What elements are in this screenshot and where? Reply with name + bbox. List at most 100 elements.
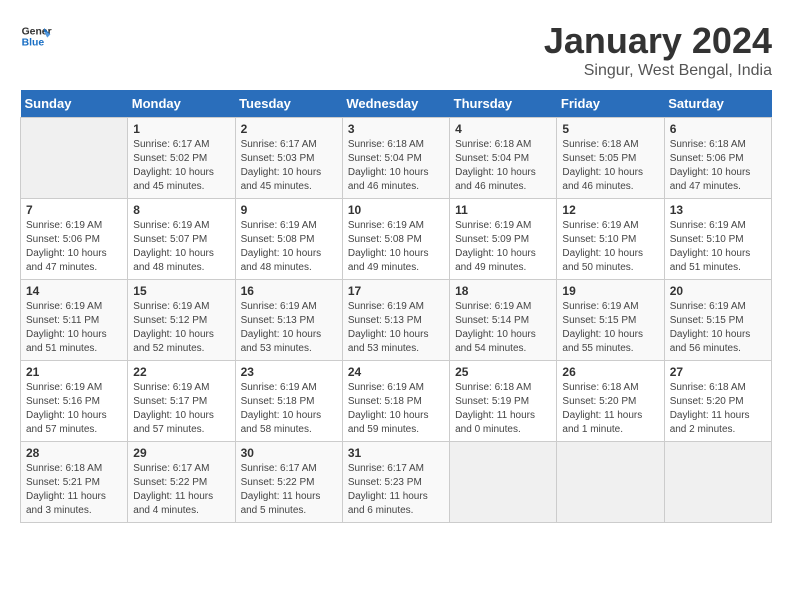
calendar-cell: 29 Sunrise: 6:17 AM Sunset: 5:22 PM Dayli… — [128, 442, 235, 523]
calendar-cell — [450, 442, 557, 523]
day-info: Sunrise: 6:18 AM Sunset: 5:20 PM Dayligh… — [562, 381, 658, 437]
day-number: 21 — [26, 365, 122, 379]
header-cell-thursday: Thursday — [450, 90, 557, 118]
day-number: 27 — [670, 365, 766, 379]
calendar-cell: 24 Sunrise: 6:19 AM Sunset: 5:18 PM Dayli… — [342, 361, 449, 442]
day-info: Sunrise: 6:19 AM Sunset: 5:08 PM Dayligh… — [348, 219, 444, 275]
day-info: Sunrise: 6:17 AM Sunset: 5:03 PM Dayligh… — [241, 138, 337, 194]
day-info: Sunrise: 6:19 AM Sunset: 5:11 PM Dayligh… — [26, 300, 122, 356]
calendar-cell: 19 Sunrise: 6:19 AM Sunset: 5:15 PM Dayli… — [557, 280, 664, 361]
day-info: Sunrise: 6:19 AM Sunset: 5:14 PM Dayligh… — [455, 300, 551, 356]
day-number: 8 — [133, 203, 229, 217]
day-number: 18 — [455, 284, 551, 298]
day-info: Sunrise: 6:19 AM Sunset: 5:18 PM Dayligh… — [241, 381, 337, 437]
day-info: Sunrise: 6:19 AM Sunset: 5:06 PM Dayligh… — [26, 219, 122, 275]
day-number: 15 — [133, 284, 229, 298]
week-row-1: 1 Sunrise: 6:17 AM Sunset: 5:02 PM Daylig… — [21, 118, 772, 199]
week-row-2: 7 Sunrise: 6:19 AM Sunset: 5:06 PM Daylig… — [21, 199, 772, 280]
calendar-cell: 18 Sunrise: 6:19 AM Sunset: 5:14 PM Dayli… — [450, 280, 557, 361]
week-row-5: 28 Sunrise: 6:18 AM Sunset: 5:21 PM Dayli… — [21, 442, 772, 523]
day-number: 19 — [562, 284, 658, 298]
day-info: Sunrise: 6:19 AM Sunset: 5:17 PM Dayligh… — [133, 381, 229, 437]
week-row-4: 21 Sunrise: 6:19 AM Sunset: 5:16 PM Dayli… — [21, 361, 772, 442]
calendar-cell: 7 Sunrise: 6:19 AM Sunset: 5:06 PM Daylig… — [21, 199, 128, 280]
day-number: 10 — [348, 203, 444, 217]
day-info: Sunrise: 6:18 AM Sunset: 5:06 PM Dayligh… — [670, 138, 766, 194]
logo-icon: General Blue — [20, 20, 52, 52]
page-header: General Blue January 2024 Singur, West B… — [20, 20, 772, 80]
calendar-cell — [21, 118, 128, 199]
day-info: Sunrise: 6:19 AM Sunset: 5:15 PM Dayligh… — [562, 300, 658, 356]
day-info: Sunrise: 6:17 AM Sunset: 5:22 PM Dayligh… — [133, 462, 229, 518]
week-row-3: 14 Sunrise: 6:19 AM Sunset: 5:11 PM Dayli… — [21, 280, 772, 361]
calendar-cell: 17 Sunrise: 6:19 AM Sunset: 5:13 PM Dayli… — [342, 280, 449, 361]
calendar-cell: 20Sunrise: 6:19 AM Sunset: 5:15 PM Dayli… — [664, 280, 771, 361]
calendar-cell: 9 Sunrise: 6:19 AM Sunset: 5:08 PM Daylig… — [235, 199, 342, 280]
calendar-cell: 26 Sunrise: 6:18 AM Sunset: 5:20 PM Dayli… — [557, 361, 664, 442]
day-number: 26 — [562, 365, 658, 379]
day-number: 2 — [241, 122, 337, 136]
header-cell-friday: Friday — [557, 90, 664, 118]
day-info: Sunrise: 6:19 AM Sunset: 5:10 PM Dayligh… — [670, 219, 766, 275]
day-number: 4 — [455, 122, 551, 136]
calendar-cell — [664, 442, 771, 523]
page-title: January 2024 — [544, 20, 772, 62]
title-area: January 2024 Singur, West Bengal, India — [544, 20, 772, 80]
calendar-cell — [557, 442, 664, 523]
calendar-cell: 16 Sunrise: 6:19 AM Sunset: 5:13 PM Dayli… — [235, 280, 342, 361]
day-number: 1 — [133, 122, 229, 136]
calendar-cell: 4Sunrise: 6:18 AM Sunset: 5:04 PM Daylig… — [450, 118, 557, 199]
header-cell-tuesday: Tuesday — [235, 90, 342, 118]
header-cell-saturday: Saturday — [664, 90, 771, 118]
day-info: Sunrise: 6:18 AM Sunset: 5:19 PM Dayligh… — [455, 381, 551, 437]
day-info: Sunrise: 6:18 AM Sunset: 5:21 PM Dayligh… — [26, 462, 122, 518]
calendar-cell: 28 Sunrise: 6:18 AM Sunset: 5:21 PM Dayli… — [21, 442, 128, 523]
calendar-cell: 2 Sunrise: 6:17 AM Sunset: 5:03 PM Daylig… — [235, 118, 342, 199]
day-number: 7 — [26, 203, 122, 217]
day-number: 9 — [241, 203, 337, 217]
calendar-cell: 15 Sunrise: 6:19 AM Sunset: 5:12 PM Dayli… — [128, 280, 235, 361]
calendar-cell: 12Sunrise: 6:19 AM Sunset: 5:10 PM Dayli… — [557, 199, 664, 280]
day-info: Sunrise: 6:19 AM Sunset: 5:13 PM Dayligh… — [241, 300, 337, 356]
day-number: 25 — [455, 365, 551, 379]
day-number: 14 — [26, 284, 122, 298]
day-info: Sunrise: 6:19 AM Sunset: 5:18 PM Dayligh… — [348, 381, 444, 437]
calendar-cell: 21 Sunrise: 6:19 AM Sunset: 5:16 PM Dayli… — [21, 361, 128, 442]
day-number: 28 — [26, 446, 122, 460]
header-cell-monday: Monday — [128, 90, 235, 118]
calendar-cell: 6 Sunrise: 6:18 AM Sunset: 5:06 PM Daylig… — [664, 118, 771, 199]
header-cell-sunday: Sunday — [21, 90, 128, 118]
calendar-cell: 8 Sunrise: 6:19 AM Sunset: 5:07 PM Daylig… — [128, 199, 235, 280]
day-number: 6 — [670, 122, 766, 136]
day-number: 22 — [133, 365, 229, 379]
day-number: 16 — [241, 284, 337, 298]
day-number: 24 — [348, 365, 444, 379]
day-info: Sunrise: 6:19 AM Sunset: 5:07 PM Dayligh… — [133, 219, 229, 275]
day-info: Sunrise: 6:19 AM Sunset: 5:09 PM Dayligh… — [455, 219, 551, 275]
day-info: Sunrise: 6:19 AM Sunset: 5:13 PM Dayligh… — [348, 300, 444, 356]
day-number: 30 — [241, 446, 337, 460]
day-info: Sunrise: 6:19 AM Sunset: 5:12 PM Dayligh… — [133, 300, 229, 356]
day-number: 17 — [348, 284, 444, 298]
calendar-table: SundayMondayTuesdayWednesdayThursdayFrid… — [20, 90, 772, 523]
day-number: 11 — [455, 203, 551, 217]
calendar-cell: 14 Sunrise: 6:19 AM Sunset: 5:11 PM Dayli… — [21, 280, 128, 361]
day-number: 3 — [348, 122, 444, 136]
day-number: 5 — [562, 122, 658, 136]
day-info: Sunrise: 6:19 AM Sunset: 5:16 PM Dayligh… — [26, 381, 122, 437]
calendar-cell: 1 Sunrise: 6:17 AM Sunset: 5:02 PM Daylig… — [128, 118, 235, 199]
day-info: Sunrise: 6:18 AM Sunset: 5:20 PM Dayligh… — [670, 381, 766, 437]
calendar-cell: 23Sunrise: 6:19 AM Sunset: 5:18 PM Dayli… — [235, 361, 342, 442]
calendar-cell: 3Sunrise: 6:18 AM Sunset: 5:04 PM Daylig… — [342, 118, 449, 199]
day-number: 29 — [133, 446, 229, 460]
calendar-cell: 13Sunrise: 6:19 AM Sunset: 5:10 PM Dayli… — [664, 199, 771, 280]
calendar-cell: 5Sunrise: 6:18 AM Sunset: 5:05 PM Daylig… — [557, 118, 664, 199]
calendar-cell: 27 Sunrise: 6:18 AM Sunset: 5:20 PM Dayli… — [664, 361, 771, 442]
calendar-cell: 25 Sunrise: 6:18 AM Sunset: 5:19 PM Dayli… — [450, 361, 557, 442]
calendar-cell: 31Sunrise: 6:17 AM Sunset: 5:23 PM Dayli… — [342, 442, 449, 523]
day-info: Sunrise: 6:17 AM Sunset: 5:02 PM Dayligh… — [133, 138, 229, 194]
day-number: 12 — [562, 203, 658, 217]
day-number: 31 — [348, 446, 444, 460]
day-info: Sunrise: 6:19 AM Sunset: 5:08 PM Dayligh… — [241, 219, 337, 275]
day-info: Sunrise: 6:17 AM Sunset: 5:22 PM Dayligh… — [241, 462, 337, 518]
